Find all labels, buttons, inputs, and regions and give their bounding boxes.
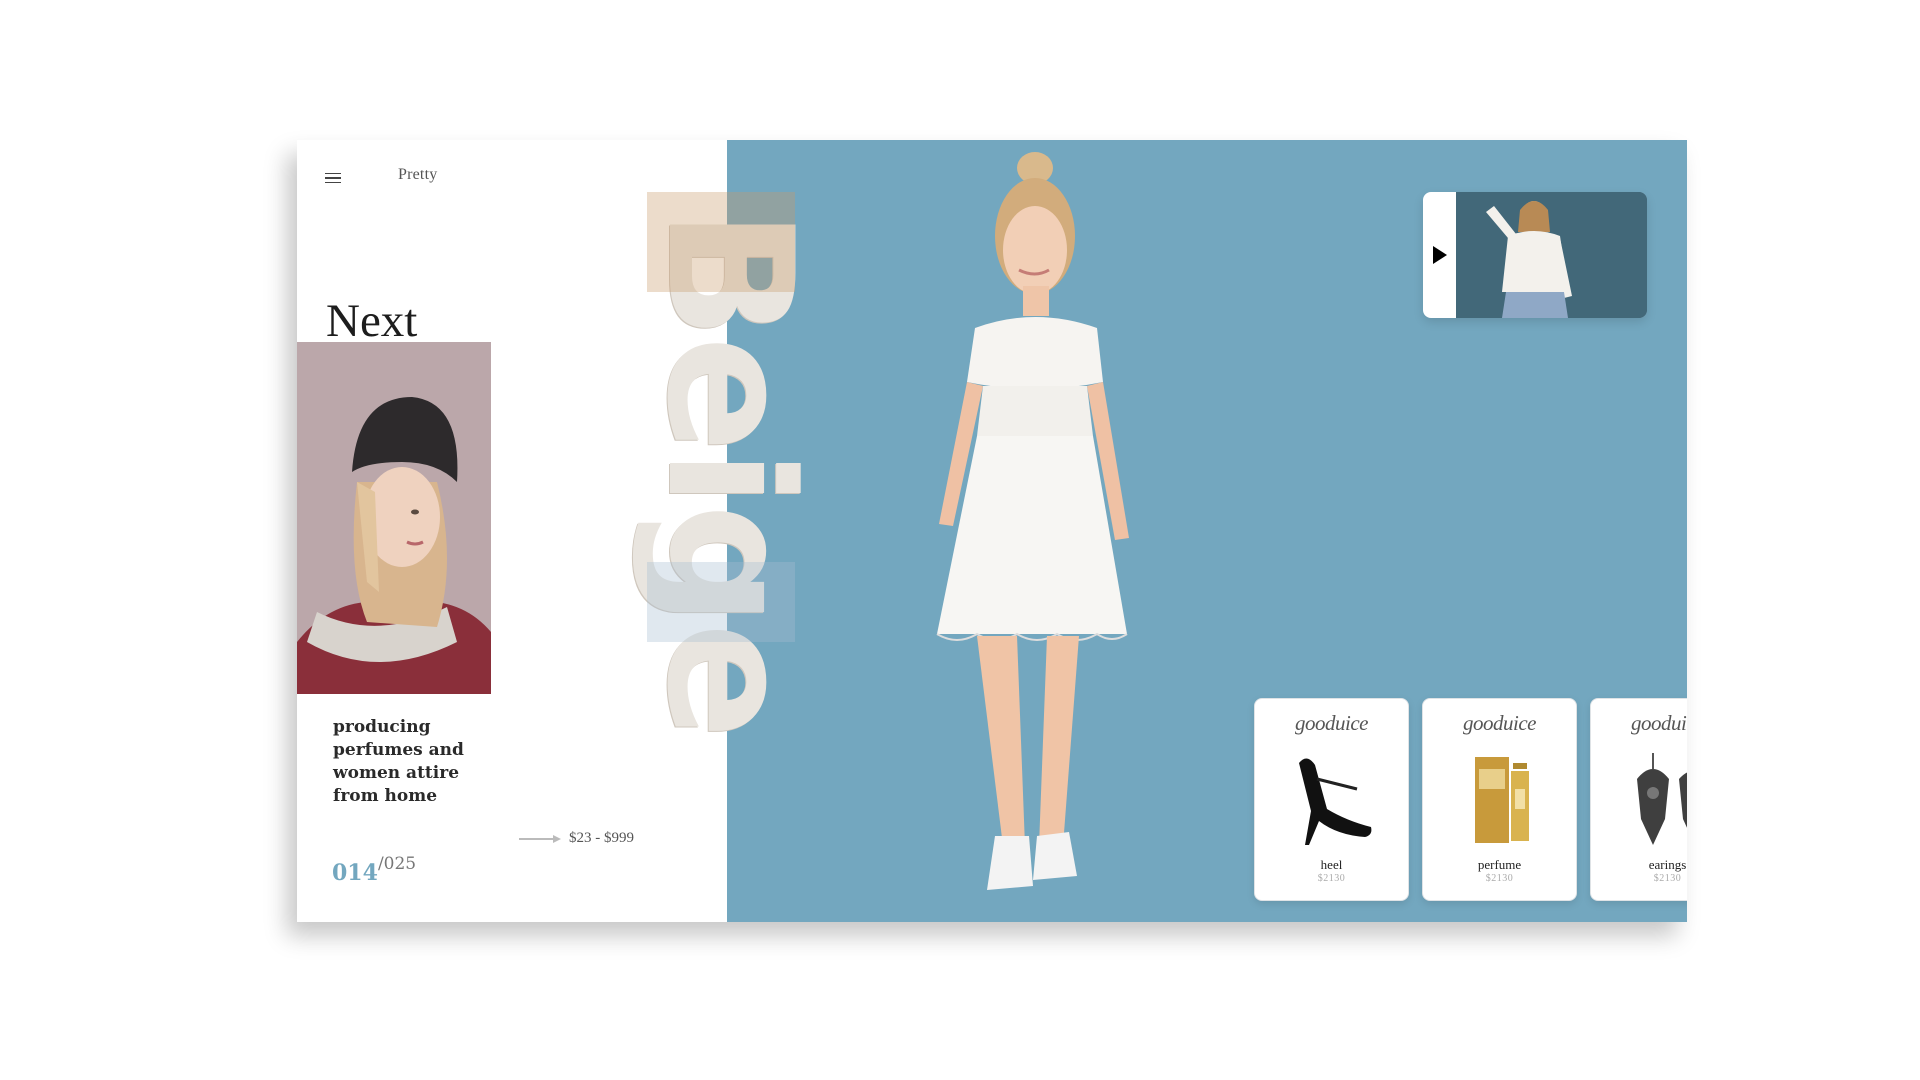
product-name: earings xyxy=(1648,857,1687,872)
earrings-icon xyxy=(1637,753,1687,845)
product-brand: gooduice xyxy=(1463,711,1536,735)
video-preview-card[interactable] xyxy=(1423,192,1647,318)
next-heading[interactable]: Next xyxy=(326,298,417,345)
product-brand: gooduice xyxy=(1631,711,1687,735)
sweater-model-illustration xyxy=(1456,192,1647,318)
beanie-woman-illustration xyxy=(297,342,491,694)
landing-page: Pretty Next producing perfumes and women… xyxy=(297,140,1687,922)
beige-vertical-word: Beige xyxy=(629,208,830,736)
product-card-earings[interactable]: gooduice earings $2130 xyxy=(1590,698,1687,901)
product-brand: gooduice xyxy=(1295,711,1368,735)
slide-pager: 014/025 xyxy=(332,854,416,886)
perfume-bottle-icon xyxy=(1475,757,1529,843)
portrait-image xyxy=(297,342,491,694)
price-range-row: $23 - $999 xyxy=(519,830,634,847)
price-range-label: $23 - $999 xyxy=(569,830,634,846)
product-card-perfume[interactable]: gooduice perfume $2130 xyxy=(1422,698,1577,901)
play-icon[interactable] xyxy=(1433,246,1447,264)
product-price: $2130 xyxy=(1317,873,1346,884)
product-name: heel xyxy=(1320,857,1343,872)
product-card-heel[interactable]: gooduice heel $2130 xyxy=(1254,698,1409,901)
pager-current: 014 xyxy=(332,860,378,886)
brand-logo[interactable]: Pretty xyxy=(398,166,437,184)
arrow-right-icon xyxy=(519,834,561,843)
product-price: $2130 xyxy=(1653,873,1682,884)
product-price: $2130 xyxy=(1485,873,1514,884)
model-white-dress-illustration xyxy=(936,152,1129,890)
tagline-text: producing perfumes and women attire from… xyxy=(333,717,464,806)
video-thumbnail xyxy=(1456,192,1647,318)
heel-icon xyxy=(1299,758,1372,845)
pager-total: /025 xyxy=(377,854,417,874)
hamburger-menu-icon[interactable] xyxy=(325,170,341,186)
product-name: perfume xyxy=(1477,857,1522,872)
